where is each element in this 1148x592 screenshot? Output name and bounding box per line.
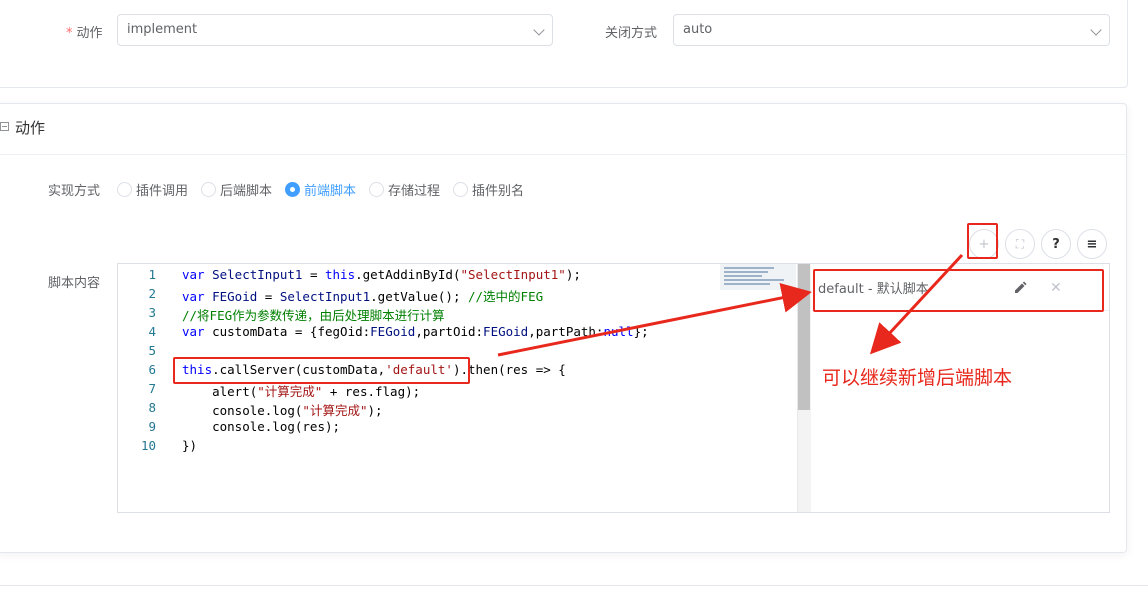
arrow-from-add-button — [869, 253, 964, 355]
annotation-text: 可以继续新增后端脚本 — [822, 367, 1013, 389]
divider — [0, 585, 1148, 586]
annotation-arrows — [497, 253, 964, 357]
arrow-to-script-item — [497, 283, 812, 357]
